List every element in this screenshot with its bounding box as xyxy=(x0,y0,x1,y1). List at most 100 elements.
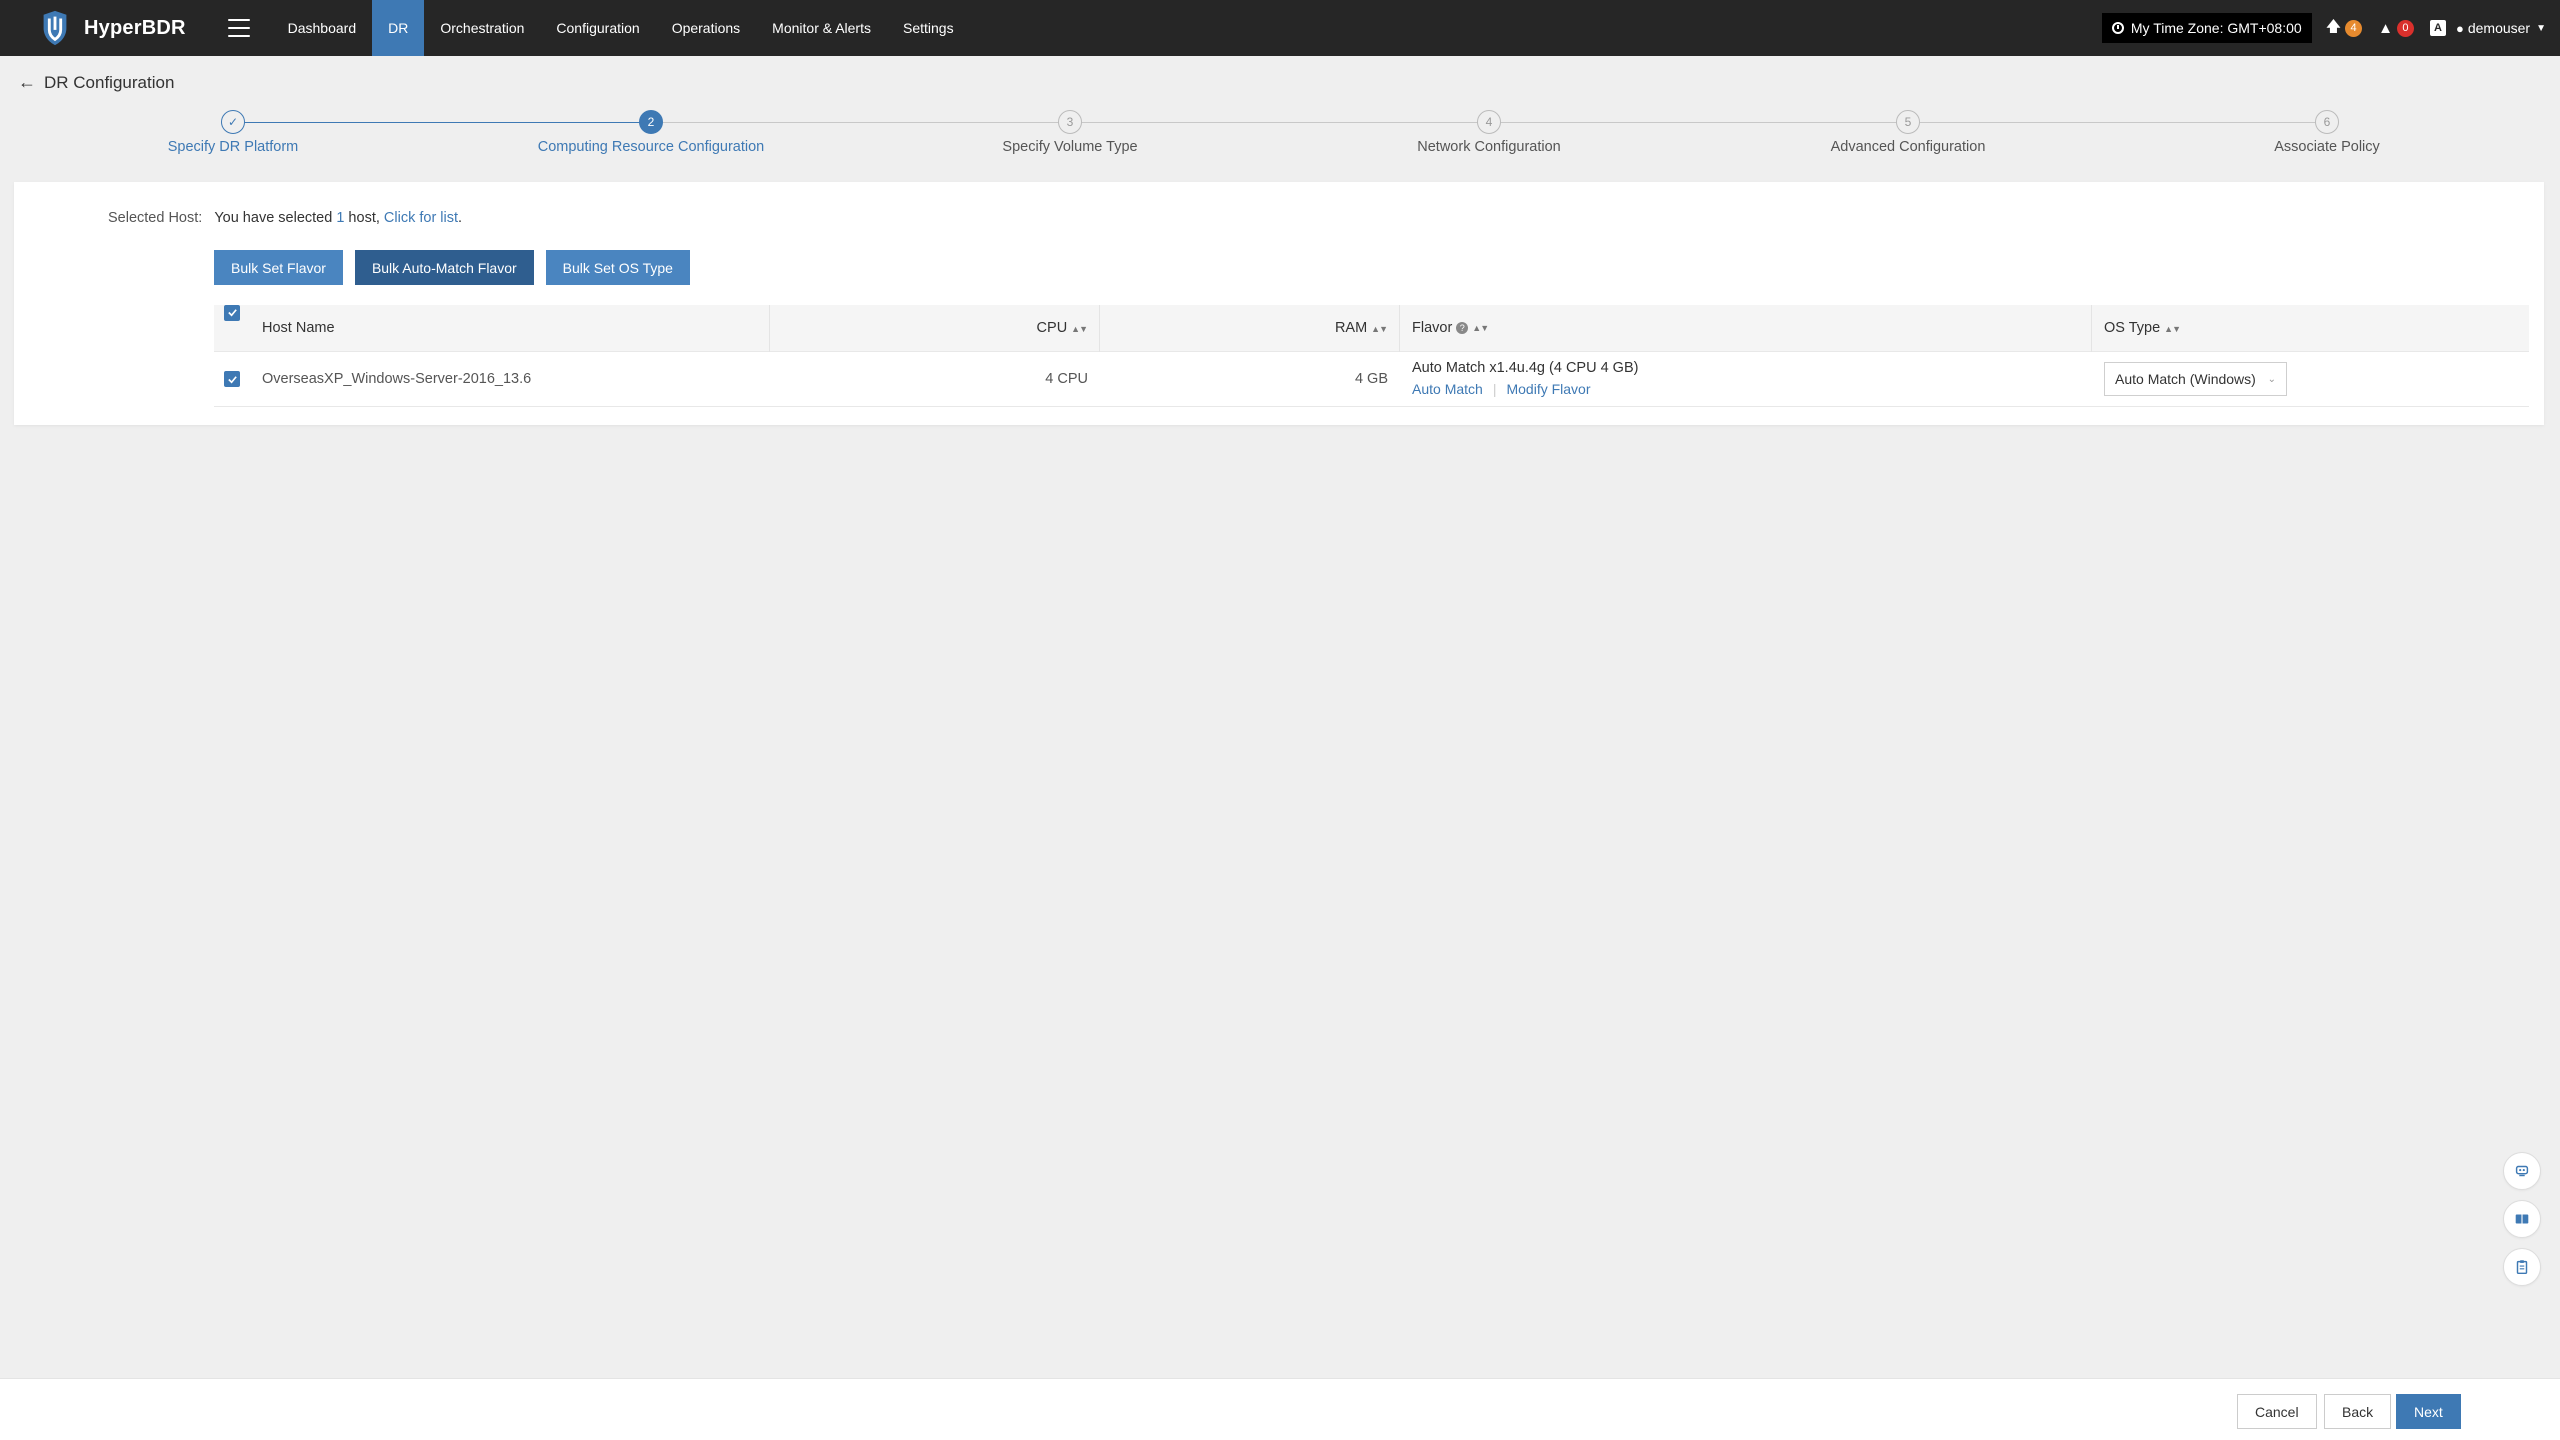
step-3-number: 3 xyxy=(1058,110,1082,134)
host-table: Host Name CPU ▲▼ RAM ▲▼ Flavor ? ▲▼ OS Typ… xyxy=(214,304,2529,407)
page-title: DR Configuration xyxy=(44,72,175,92)
step-5-label: Advanced Configuration xyxy=(1830,139,1986,155)
clipboard-float-button[interactable] xyxy=(2503,1248,2541,1286)
menu-toggle-icon[interactable] xyxy=(227,19,250,37)
col-os-type[interactable]: OS Type ▲▼ xyxy=(2092,305,2529,352)
nav-item-dashboard[interactable]: Dashboard xyxy=(272,0,373,56)
step-2: 2 Computing Resource Configuration xyxy=(521,110,781,155)
warning-icon: ▲ xyxy=(2378,19,2393,37)
page-header: ← DR Configuration xyxy=(18,72,174,93)
wizard-footer: Cancel Back Next xyxy=(0,1378,2560,1440)
bulk-set-os-type-button[interactable]: Bulk Set OS Type xyxy=(545,250,690,285)
ram-cell: 4 GB xyxy=(1354,371,1388,387)
selected-host-end: . xyxy=(458,210,463,226)
flavor-actions: Auto Match | Modify Flavor xyxy=(1412,379,2092,399)
language-icon[interactable]: A xyxy=(2429,20,2446,36)
back-arrow-icon[interactable]: ← xyxy=(18,72,36,93)
bulk-set-flavor-button[interactable]: Bulk Set Flavor xyxy=(214,250,343,285)
table-row: OverseasXP_Windows-Server-2016_13.6 4 CP… xyxy=(214,352,2529,407)
divider: | xyxy=(1492,381,1497,397)
col-cpu[interactable]: CPU ▲▼ xyxy=(770,304,1100,352)
auto-match-link[interactable]: Auto Match xyxy=(1412,381,1483,397)
select-all-cell xyxy=(214,304,250,352)
cpu-cell: 4 CPU xyxy=(1045,371,1088,387)
main-nav: Dashboard DR Orchestration Configuration… xyxy=(272,0,970,56)
step-5-number: 5 xyxy=(1896,110,1920,134)
col-ram[interactable]: RAM ▲▼ xyxy=(1100,304,1400,352)
nav-item-operations[interactable]: Operations xyxy=(656,0,756,56)
os-type-cell: Auto Match (Windows) ⌄ xyxy=(2092,362,2529,396)
book-icon xyxy=(2515,1214,2529,1224)
modify-flavor-link[interactable]: Modify Flavor xyxy=(1506,381,1590,397)
step-4-label: Network Configuration xyxy=(1417,139,1561,155)
docs-float-button[interactable] xyxy=(2503,1200,2541,1238)
step-4: 4 Network Configuration xyxy=(1359,110,1619,155)
os-type-select[interactable]: Auto Match (Windows) ⌄ xyxy=(2104,362,2287,396)
bulk-auto-match-flavor-button[interactable]: Bulk Auto-Match Flavor xyxy=(354,250,534,285)
hyperbdr-logo-icon xyxy=(43,10,67,46)
row-select-cell xyxy=(214,371,250,387)
sort-icon: ▲▼ xyxy=(1472,322,1489,333)
nav-item-dr[interactable]: DR xyxy=(372,0,425,56)
bulk-actions: Bulk Set Flavor Bulk Auto-Match Flavor B… xyxy=(214,250,702,285)
selected-host-text-before: You have selected xyxy=(214,210,337,226)
back-button[interactable]: Back xyxy=(2324,1394,2392,1429)
row-checkbox[interactable] xyxy=(224,371,240,387)
step-2-number: 2 xyxy=(639,110,663,134)
headset-icon xyxy=(2515,1165,2529,1177)
col-ram-label: RAM xyxy=(1334,319,1368,336)
step-3-label: Specify Volume Type xyxy=(1002,139,1138,155)
step-1: ✓ Specify DR Platform xyxy=(103,110,363,155)
nav-item-orchestration[interactable]: Orchestration xyxy=(424,0,540,56)
user-menu[interactable]: ● demouser ▼ xyxy=(2456,20,2546,36)
upload-count-badge: 4 xyxy=(2345,19,2363,37)
cancel-button[interactable]: Cancel xyxy=(2237,1394,2317,1429)
upload-notifications[interactable]: 🡅 4 xyxy=(2326,16,2363,41)
app-logo[interactable]: HyperBDR xyxy=(36,0,186,56)
computing-resource-panel: Selected Host: You have selected 1 host,… xyxy=(14,182,2544,425)
alert-count-badge: 0 xyxy=(2396,19,2414,37)
support-float-button[interactable] xyxy=(2503,1152,2541,1190)
nav-item-configuration[interactable]: Configuration xyxy=(540,0,655,56)
next-button[interactable]: Next xyxy=(2396,1394,2461,1429)
selected-host-text-after: host, xyxy=(344,210,384,226)
flavor-cell: Auto Match x1.4u.4g (4 CPU 4 GB) Auto Ma… xyxy=(1400,359,2092,399)
nav-item-monitor-alerts[interactable]: Monitor & Alerts xyxy=(756,0,887,56)
col-host-name: Host Name xyxy=(250,304,770,352)
app-name: HyperBDR xyxy=(84,16,186,39)
caret-down-icon: ▼ xyxy=(2536,22,2546,34)
check-icon xyxy=(227,309,237,317)
select-all-checkbox[interactable] xyxy=(224,304,240,321)
chevron-down-icon: ⌄ xyxy=(2267,373,2276,385)
timezone-display[interactable]: My Time Zone: GMT+08:00 xyxy=(2101,13,2312,43)
wizard-steps: ✓ Specify DR Platform 2 Computing Resour… xyxy=(0,110,2560,166)
clipboard-icon xyxy=(2516,1260,2528,1275)
alert-notifications[interactable]: ▲ 0 xyxy=(2378,19,2414,37)
step-4-number: 4 xyxy=(1477,110,1501,134)
col-flavor[interactable]: Flavor ? ▲▼ xyxy=(1400,304,2092,352)
table-header: Host Name CPU ▲▼ RAM ▲▼ Flavor ? ▲▼ OS Typ… xyxy=(214,304,2529,352)
col-cpu-label: CPU xyxy=(1036,319,1068,336)
step-6: 6 Associate Policy xyxy=(2197,110,2457,155)
selected-host-summary: Selected Host: You have selected 1 host,… xyxy=(108,210,462,226)
user-icon: ● xyxy=(2455,20,2464,36)
step-3: 3 Specify Volume Type xyxy=(940,110,1200,155)
host-list-link[interactable]: Click for list xyxy=(384,210,458,226)
step-1-label: Specify DR Platform xyxy=(167,139,299,155)
nav-item-settings[interactable]: Settings xyxy=(887,0,970,56)
flavor-value: Auto Match x1.4u.4g (4 CPU 4 GB) xyxy=(1412,360,1639,376)
os-type-selected-value: Auto Match (Windows) xyxy=(2115,371,2256,387)
check-icon xyxy=(227,375,237,383)
header-right: My Time Zone: GMT+08:00 🡅 4 ▲ 0 A ● demo… xyxy=(2101,0,2560,56)
step-5: 5 Advanced Configuration xyxy=(1778,110,2038,155)
col-os-type-label: OS Type xyxy=(2104,319,2161,336)
step-6-label: Associate Policy xyxy=(2274,139,2380,155)
step-6-number: 6 xyxy=(2315,110,2339,134)
sort-icon: ▲▼ xyxy=(1071,323,1088,334)
selected-host-label: Selected Host: xyxy=(108,210,203,226)
info-icon[interactable]: ? xyxy=(1456,322,1469,334)
step-2-label: Computing Resource Configuration xyxy=(537,139,765,155)
sort-icon: ▲▼ xyxy=(2164,323,2181,334)
selected-host-count: 1 xyxy=(336,210,345,226)
timezone-text: My Time Zone: GMT+08:00 xyxy=(2130,20,2302,36)
